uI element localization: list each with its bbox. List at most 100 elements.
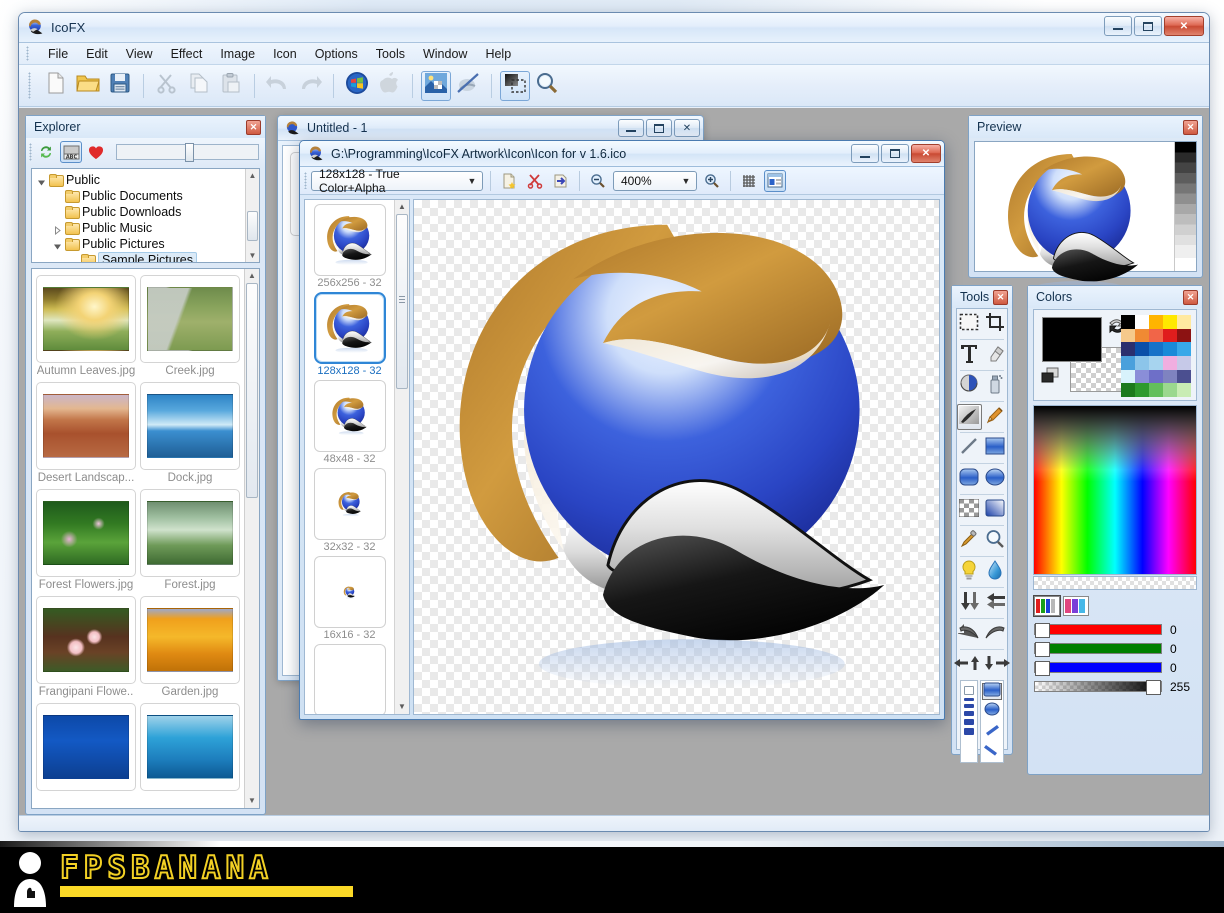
icon-editor-window[interactable]: G:\Programming\IcoFX Artwork\Icon\Icon f… — [299, 140, 945, 720]
cut-button[interactable] — [152, 71, 182, 101]
brush-size-option[interactable] — [964, 728, 974, 735]
palette-swatch[interactable] — [1121, 370, 1135, 384]
redo-button[interactable] — [295, 71, 325, 101]
tree-scroll-up-icon[interactable]: ▲ — [246, 169, 259, 182]
rectangle-tool[interactable] — [983, 435, 1008, 461]
menu-item-image[interactable]: Image — [211, 45, 264, 63]
brightness-tool[interactable] — [957, 559, 982, 585]
brush-size-option[interactable] — [964, 686, 974, 695]
untitled-maximize-button[interactable] — [646, 119, 672, 137]
slider-knob[interactable] — [185, 143, 194, 162]
slider-knob[interactable] — [1035, 623, 1050, 638]
flip-vertical-tool[interactable] — [957, 590, 982, 616]
menu-item-help[interactable]: Help — [476, 45, 520, 63]
palette-swatch[interactable] — [1163, 383, 1177, 397]
pencil-tool[interactable] — [983, 404, 1008, 430]
palette-swatch[interactable] — [1163, 329, 1177, 343]
palette-swatch[interactable] — [1121, 329, 1135, 343]
palette-swatch[interactable] — [1149, 342, 1163, 356]
brush-size-option[interactable] — [964, 698, 974, 701]
foreground-color-swatch[interactable] — [1042, 317, 1102, 362]
palette-swatch[interactable] — [1177, 329, 1191, 343]
zoom-in-button[interactable] — [701, 170, 723, 192]
blur-tool[interactable] — [983, 559, 1008, 585]
icon-size-item[interactable]: 256x256 - 32 — [314, 204, 386, 289]
preview-close-icon[interactable]: ✕ — [1183, 120, 1198, 135]
capture-button[interactable] — [500, 71, 530, 101]
tree-node[interactable]: Public — [37, 172, 259, 188]
slider-track[interactable] — [1034, 662, 1162, 673]
thumb-scroll-thumb[interactable] — [246, 283, 258, 498]
slider-knob[interactable] — [1035, 642, 1050, 657]
tree-scrollbar[interactable]: ▲ ▼ — [245, 169, 259, 262]
palette-swatch[interactable] — [1135, 315, 1149, 329]
windows-icon-button[interactable] — [342, 71, 372, 101]
palette-swatch[interactable] — [1135, 329, 1149, 343]
brush-size-option[interactable] — [964, 719, 974, 725]
rgb-mode-button[interactable] — [1034, 596, 1060, 616]
palette-swatch[interactable] — [1163, 315, 1177, 329]
palette-swatch[interactable] — [1149, 370, 1163, 384]
palette-swatch[interactable] — [1149, 315, 1163, 329]
slider-track[interactable] — [1034, 643, 1162, 654]
brush-shape-list[interactable] — [980, 680, 1004, 763]
size-list-scrollbar[interactable]: ▲ ▼ — [394, 200, 409, 714]
reset-colors-icon[interactable] — [1040, 366, 1062, 386]
macintosh-icon-button[interactable] — [374, 71, 404, 101]
slider-track[interactable] — [1034, 624, 1162, 635]
close-button[interactable]: ✕ — [1164, 16, 1204, 36]
thumbnail-item[interactable]: Frangipani Flowe.. — [36, 596, 136, 699]
palette-swatch[interactable] — [1163, 356, 1177, 370]
colors-close-icon[interactable]: ✕ — [1183, 290, 1198, 305]
menu-item-edit[interactable]: Edit — [77, 45, 117, 63]
open-folder-button[interactable] — [73, 71, 103, 101]
tree-node[interactable]: Public Music — [37, 220, 259, 236]
new-image-button[interactable] — [498, 170, 520, 192]
thumbnail-item[interactable]: Garden.jpg — [140, 596, 240, 699]
zoom-out-button[interactable] — [587, 170, 609, 192]
chevron-down-icon[interactable]: ▼ — [464, 176, 480, 186]
gradient-tool[interactable] — [983, 497, 1008, 523]
palette-swatch[interactable] — [1149, 329, 1163, 343]
palette-swatch[interactable] — [1135, 356, 1149, 370]
palette-swatch[interactable] — [1177, 383, 1191, 397]
brush-tool[interactable] — [957, 404, 982, 430]
palette-swatch[interactable] — [1177, 342, 1191, 356]
menu-item-window[interactable]: Window — [414, 45, 476, 63]
brush-size-option[interactable] — [964, 704, 974, 708]
shift-down-tool[interactable] — [983, 652, 996, 678]
color-palette[interactable] — [1121, 315, 1191, 397]
shift-right-tool[interactable] — [997, 652, 1010, 678]
crop-tool[interactable] — [983, 311, 1008, 337]
hsv-mode-button[interactable] — [1063, 596, 1089, 616]
palette-swatch[interactable] — [1135, 342, 1149, 356]
thumbnail-item[interactable] — [140, 703, 240, 794]
spray-tool[interactable] — [983, 373, 1008, 399]
image-tool-button[interactable] — [421, 71, 451, 101]
icon-size-item[interactable]: 48x48 - 32 — [314, 380, 386, 465]
thumbnail-item[interactable] — [36, 703, 136, 794]
slider-knob[interactable] — [1146, 680, 1161, 695]
zoom-combo[interactable]: 400% ▼ — [613, 171, 697, 191]
menu-item-options[interactable]: Options — [306, 45, 367, 63]
ellipse-tool[interactable] — [983, 466, 1008, 492]
thumbnail-item[interactable]: Autumn Leaves.jpg — [36, 275, 136, 378]
palette-swatch[interactable] — [1135, 370, 1149, 384]
rotate-left-tool[interactable] — [957, 621, 982, 647]
palette-swatch[interactable] — [1135, 383, 1149, 397]
menu-item-view[interactable]: View — [117, 45, 162, 63]
brush-shape-slash[interactable] — [982, 723, 1002, 740]
icon-size-item[interactable]: 32x32 - 32 — [314, 468, 386, 553]
thumbnail-item[interactable]: Desert Landscap... — [36, 382, 136, 485]
thumbnail-scrollbar[interactable]: ▲ ▼ — [244, 269, 259, 808]
paste-button[interactable] — [216, 71, 246, 101]
palette-swatch[interactable] — [1121, 356, 1135, 370]
shift-left-tool[interactable] — [955, 652, 968, 678]
export-image-button[interactable] — [550, 170, 572, 192]
thumb-scroll-up-icon[interactable]: ▲ — [245, 269, 259, 283]
untitled-close-button[interactable]: ✕ — [674, 119, 700, 137]
delete-image-button[interactable] — [524, 170, 546, 192]
expander-open-icon[interactable] — [53, 240, 62, 249]
brush-shape-backslash[interactable] — [982, 743, 1002, 760]
grid-button[interactable] — [738, 170, 760, 192]
